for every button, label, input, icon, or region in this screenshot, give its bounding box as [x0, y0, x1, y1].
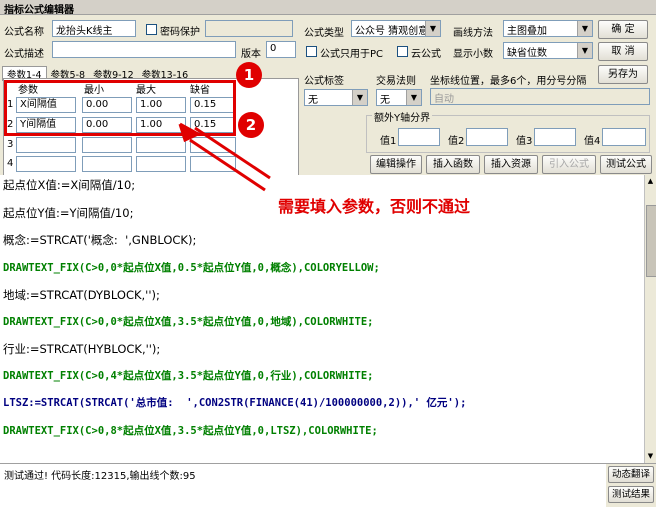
arrow-shape — [178, 122, 271, 192]
scroll-up-icon[interactable]: ▲ — [646, 177, 655, 186]
dynamic-translate-button[interactable]: 动态翻译 — [608, 466, 654, 483]
annotation-arrows — [178, 122, 271, 192]
scroll-thumb[interactable] — [646, 205, 656, 277]
vertical-scrollbar[interactable]: ▲ ▼ — [644, 175, 656, 463]
annotation-note: 需要填入参数，否则不通过 — [278, 197, 471, 216]
test-result-button[interactable]: 测试结果 — [608, 486, 654, 503]
status-message: 测试通过! 代码长度:12315,输出线个数:95 — [4, 471, 196, 482]
status-panel: 测试通过! 代码长度:12315,输出线个数:95 — [0, 463, 606, 507]
scroll-down-icon[interactable]: ▼ — [646, 452, 655, 461]
status-side-buttons: 动态翻译 测试结果 — [606, 463, 656, 507]
